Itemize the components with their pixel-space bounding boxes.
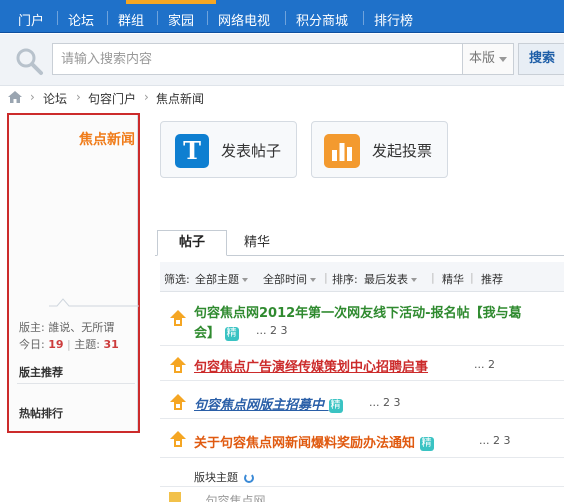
digest-badge-icon: 精 (328, 398, 343, 413)
top-nav: 门户 论坛 群组 家园 网络电视 积分商城 排行榜 (0, 0, 564, 33)
home-icon[interactable] (8, 91, 22, 103)
nav-separator (157, 11, 158, 25)
filter-separator: | (470, 271, 474, 284)
filter-separator: | (324, 271, 328, 284)
thread-pages[interactable]: ... 2 3 (256, 324, 287, 337)
nav-accent (126, 0, 216, 4)
chevron-down-icon (411, 278, 417, 282)
row-divider (160, 380, 564, 381)
breadcrumb-portal[interactable]: 句容门户 (88, 90, 136, 107)
thread-title[interactable]: 句容焦点网2012年第一次网友线下活动-报名帖【我与葛 (194, 302, 522, 321)
moderator-recommend-heading[interactable]: 版主推荐 (19, 364, 63, 380)
nav-separator (107, 11, 108, 25)
breadcrumb-separator: › (30, 90, 35, 104)
board-subtopics-label: 版块主题 (194, 471, 238, 484)
forum-moderators: 版主: 誰说、无所谓 (19, 321, 115, 334)
filter-bar: 筛选: 全部主题 全部时间 | 排序: 最后发表 | 精华 | 推荐 (160, 262, 564, 292)
chevron-down-icon (499, 57, 507, 62)
forum-info-panel: 焦点新闻 版主: 誰说、无所谓 今日: 19 | 主题: 31 版主推荐 热帖排… (7, 113, 140, 433)
thread-title[interactable]: 句容焦点网版主招募中 精 (194, 394, 343, 413)
stats-separator: | (67, 338, 71, 351)
sort-last-post[interactable]: 最后发表 (364, 271, 417, 287)
thread-up-icon (170, 431, 186, 447)
row-divider (160, 486, 564, 487)
new-post-button[interactable]: T 发表帖子 (160, 121, 297, 178)
digest-badge-icon: 精 (224, 326, 239, 341)
chevron-down-icon (310, 278, 316, 282)
breadcrumb-separator: › (144, 90, 149, 104)
topics-count: 31 (103, 338, 119, 351)
nav-item-groups[interactable]: 群组 (118, 10, 144, 29)
forum-stats: 今日: 19 | 主题: 31 (19, 336, 119, 352)
digest-badge-icon: 精 (419, 436, 434, 451)
forum-title: 焦点新闻 (79, 132, 135, 148)
breadcrumb-separator: › (76, 90, 81, 104)
thread-pages[interactable]: ... 2 3 (479, 434, 510, 447)
filter-digest[interactable]: 精华 (442, 271, 464, 287)
chevron-down-icon (242, 278, 248, 282)
nav-item-home[interactable]: 家园 (168, 10, 194, 29)
filter-label: 筛选: (164, 273, 190, 286)
thread-title-text: 句容焦点网版主招募中 (194, 398, 325, 413)
topics-label: 主题: (74, 338, 100, 351)
nav-item-mall[interactable]: 积分商城 (296, 10, 348, 29)
new-poll-label: 发起投票 (372, 142, 433, 160)
nav-separator (207, 11, 208, 25)
nav-item-forum[interactable]: 论坛 (68, 10, 94, 29)
thread-title-continued[interactable]: 会】 精 (194, 322, 239, 341)
new-post-label: 发表帖子 (221, 142, 282, 160)
partial-thread-title[interactable]: ...句容焦点网... (194, 492, 277, 502)
breadcrumb-forum[interactable]: 论坛 (43, 90, 67, 107)
tab-digest[interactable]: 精华 (244, 230, 270, 256)
nav-item-ranking[interactable]: 排行榜 (374, 10, 413, 29)
sort-value-label: 最后发表 (364, 273, 408, 286)
search-button[interactable]: 搜索 (518, 43, 564, 75)
folder-icon (169, 492, 181, 502)
breadcrumb-current: 焦点新闻 (156, 92, 205, 106)
filter-all-time[interactable]: 全部时间 (263, 271, 316, 287)
thread-title-text: 关于句容焦点网新闻爆料奖励办法通知 (194, 436, 416, 451)
row-divider (160, 418, 564, 419)
post-icon: T (175, 134, 209, 168)
filter-recommend[interactable]: 推荐 (481, 271, 503, 287)
refresh-icon (243, 473, 254, 483)
search-bar: 本版 搜索 (0, 34, 564, 86)
nav-separator (57, 11, 58, 25)
poll-icon (324, 134, 360, 168)
filter-separator: | (431, 271, 435, 284)
thread-up-icon (170, 394, 186, 410)
search-scope-label: 本版 (469, 51, 496, 66)
search-scope-select[interactable]: 本版 (462, 43, 514, 75)
thread-title[interactable]: 句容焦点广告演绎传媒策划中心招聘启事 (194, 356, 428, 375)
search-icon (16, 48, 43, 75)
new-poll-button[interactable]: 发起投票 (311, 121, 448, 178)
row-divider (160, 345, 564, 346)
hot-posts-heading[interactable]: 热帖排行 (19, 405, 63, 421)
thread-title[interactable]: 关于句容焦点网新闻爆料奖励办法通知 精 (194, 432, 434, 451)
sort-label: 排序: (332, 273, 358, 286)
sidebar-divider (17, 383, 135, 384)
thread-title-tail: 会】 (194, 326, 221, 341)
nav-separator (363, 11, 364, 25)
forum-info-inner: 焦点新闻 版主: 誰说、无所谓 今日: 19 | 主题: 31 版主推荐 热帖排… (9, 115, 139, 431)
row-divider (160, 457, 564, 458)
tab-posts[interactable]: 帖子 (157, 230, 227, 256)
nav-separator (285, 11, 286, 25)
divider-arrow (49, 298, 139, 307)
nav-item-tv[interactable]: 网络电视 (218, 10, 270, 29)
thread-up-icon (170, 310, 186, 326)
filter-all-time-label: 全部时间 (263, 273, 307, 286)
thread-pages[interactable]: ... 2 3 (369, 396, 400, 409)
today-count: 19 (48, 338, 64, 351)
board-subtopics[interactable]: 版块主题 (194, 469, 254, 485)
thread-pages[interactable]: ... 2 (474, 358, 495, 371)
thread-up-icon (170, 357, 186, 373)
filter-all-topics-label: 全部主题 (195, 273, 239, 286)
nav-item-portal[interactable]: 门户 (18, 10, 44, 29)
search-input[interactable] (52, 43, 462, 75)
today-label: 今日: (19, 338, 45, 351)
filter-all-topics[interactable]: 全部主题 (195, 271, 248, 287)
